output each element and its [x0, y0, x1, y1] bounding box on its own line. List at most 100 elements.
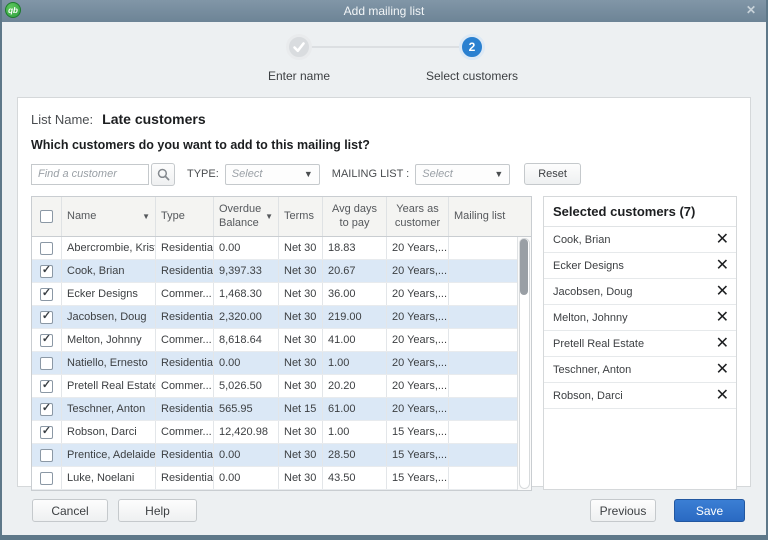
type-dropdown-value: Select — [231, 168, 263, 180]
table-rows: Abercrombie, Kristy Residential 0.00 Net 30… — [32, 237, 517, 490]
table-row[interactable]: Prentice, Adelaide Residential 0.00 Net 30 2… — [32, 444, 517, 467]
remove-icon[interactable]: ✕ — [716, 309, 729, 326]
row-checkbox[interactable] — [40, 287, 53, 301]
save-button[interactable]: Save — [674, 499, 745, 522]
table-row[interactable]: Robson, DarciCommer...12,420.98Net 301.0… — [32, 421, 517, 444]
selected-customer-name: Teschner, Anton — [553, 363, 632, 376]
row-checkbox[interactable] — [40, 264, 53, 278]
row-checkbox[interactable] — [40, 356, 53, 370]
cell-name: Robson, Darci — [62, 421, 156, 443]
table-row[interactable]: Pretell Real EstateCommer...5,026.50Net … — [32, 375, 517, 398]
table-row[interactable]: Natiello, Ernesto Residential 0.00 Net 30 1.… — [32, 352, 517, 375]
cell-type: Residential — [156, 444, 214, 466]
cell-terms: Net 30 — [279, 283, 323, 305]
cancel-button[interactable]: Cancel — [32, 499, 108, 522]
row-checkbox-cell — [32, 467, 62, 489]
row-checkbox[interactable] — [40, 471, 53, 485]
cell-type: Commer... — [156, 329, 214, 351]
column-header-terms[interactable]: Terms — [279, 197, 323, 236]
remove-icon[interactable]: ✕ — [716, 335, 729, 352]
table-row[interactable]: Abercrombie, Kristy Residential 0.00 Net 30… — [32, 237, 517, 260]
table-row[interactable]: Cook, BrianResidential9,397.33Net 3020.6… — [32, 260, 517, 283]
table-row[interactable]: Ecker DesignsCommer...1,468.30Net 3036.0… — [32, 283, 517, 306]
cell-mailing — [449, 375, 517, 397]
table-header-row: Name ▼ Type Overdue Balance ▼ Terms Avg — [32, 197, 531, 237]
dialog-title: Add mailing list — [343, 4, 425, 18]
step-label: Select customers — [425, 69, 519, 83]
reset-button[interactable]: Reset — [524, 163, 581, 185]
cell-avg_days: 43.50 — [323, 467, 387, 489]
row-checkbox-cell — [32, 260, 62, 282]
footer-bar: Cancel Help Previous Save — [2, 499, 766, 522]
sort-down-icon: ▼ — [265, 211, 273, 221]
cell-years: 20 Years,... — [387, 352, 449, 374]
table-row[interactable]: Luke, Noelani Residential 0.00 Net 30 43.50 1… — [32, 467, 517, 490]
mailing-list-dropdown[interactable]: Select ▼ — [415, 163, 511, 185]
row-checkbox[interactable] — [40, 310, 53, 324]
selected-customer-name: Melton, Johnny — [553, 311, 628, 324]
scrollbar-thumb[interactable] — [520, 239, 528, 295]
search-icon — [157, 168, 169, 180]
cell-overdue: 0.00 — [214, 237, 279, 259]
step-enter-name: Enter name — [219, 34, 379, 83]
cell-avg_days: 1.00 — [323, 421, 387, 443]
column-header-mailing-list[interactable]: Mailing list — [449, 197, 517, 236]
close-icon[interactable]: ✕ — [746, 3, 756, 17]
remove-icon[interactable]: ✕ — [716, 387, 729, 404]
list-name-row: List Name: Late customers — [31, 111, 737, 127]
type-dropdown[interactable]: Select ▼ — [224, 163, 320, 185]
help-button[interactable]: Help — [118, 499, 197, 522]
step-select-customers: 2 Select customers — [392, 34, 552, 83]
table-row[interactable]: Jacobsen, DougResidential2,320.00Net 302… — [32, 306, 517, 329]
cell-type: Commer... — [156, 421, 214, 443]
remove-icon[interactable]: ✕ — [716, 257, 729, 274]
column-header-type[interactable]: Type — [156, 197, 214, 236]
column-label: Name — [67, 209, 97, 222]
cell-overdue: 5,026.50 — [214, 375, 279, 397]
row-checkbox[interactable] — [40, 241, 53, 255]
previous-button[interactable]: Previous — [590, 499, 656, 522]
cell-avg_days: 219.00 — [323, 306, 387, 328]
cell-years: 15 Years,... — [387, 444, 449, 466]
selected-customer-name: Robson, Darci — [553, 389, 623, 402]
step-label: Enter name — [267, 69, 331, 83]
cell-overdue: 9,397.33 — [214, 260, 279, 282]
cell-type: Residential — [156, 467, 214, 489]
row-checkbox-cell — [32, 283, 62, 305]
column-header-name[interactable]: Name ▼ — [62, 197, 156, 236]
cell-avg_days: 36.00 — [323, 283, 387, 305]
mailing-list-dropdown-value: Select — [422, 168, 453, 180]
selected-customer-item: Teschner, Anton ✕ — [544, 357, 736, 383]
row-checkbox[interactable] — [40, 425, 53, 439]
vertical-scrollbar[interactable] — [517, 237, 531, 490]
column-label: Years as customer — [394, 202, 441, 229]
cell-years: 20 Years,... — [387, 375, 449, 397]
column-header-avg-days[interactable]: Avg days to pay — [323, 197, 387, 236]
cell-terms: Net 30 — [279, 467, 323, 489]
remove-icon[interactable]: ✕ — [716, 283, 729, 300]
column-header-overdue-balance[interactable]: Overdue Balance ▼ — [214, 197, 279, 236]
row-checkbox[interactable] — [40, 379, 53, 393]
row-checkbox[interactable] — [40, 448, 53, 462]
column-header-years[interactable]: Years as customer — [387, 197, 449, 236]
search-button[interactable] — [151, 162, 175, 186]
cell-overdue: 1,468.30 — [214, 283, 279, 305]
selected-customers-title: Selected customers (7) — [544, 197, 736, 227]
remove-icon[interactable]: ✕ — [716, 231, 729, 248]
search-input[interactable] — [31, 163, 149, 185]
table-row[interactable]: Teschner, AntonResidential565.95Net 1561… — [32, 398, 517, 421]
cell-mailing — [449, 283, 517, 305]
add-mailing-list-dialog: qb Add mailing list ✕ Enter name 2 Selec… — [0, 0, 768, 540]
table-row[interactable]: Melton, JohnnyCommer...8,618.64Net 3041.… — [32, 329, 517, 352]
cell-avg_days: 28.50 — [323, 444, 387, 466]
row-checkbox[interactable] — [40, 402, 53, 416]
cell-terms: Net 30 — [279, 260, 323, 282]
cell-type: Commer... — [156, 283, 214, 305]
cell-overdue: 2,320.00 — [214, 306, 279, 328]
row-checkbox[interactable] — [40, 333, 53, 347]
selected-customer-item: Robson, Darci ✕ — [544, 383, 736, 409]
remove-icon[interactable]: ✕ — [716, 361, 729, 378]
selected-customer-item: Jacobsen, Doug ✕ — [544, 279, 736, 305]
select-all-checkbox[interactable] — [40, 210, 53, 223]
cell-mailing — [449, 329, 517, 351]
